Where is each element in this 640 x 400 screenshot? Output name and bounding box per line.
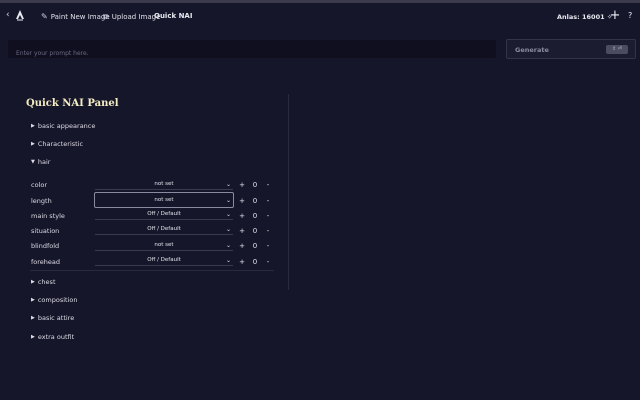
increment-button[interactable]: + — [238, 197, 246, 205]
collapsed-triangle-icon: ▶ — [31, 297, 35, 303]
select-value: not set — [154, 181, 174, 187]
nav-left: ‹ — [6, 9, 26, 21]
upload-icon: ⧉ — [103, 12, 109, 21]
increment-button[interactable]: + — [238, 181, 246, 189]
top-bar: ‹ ✎ Paint New Image ⧉ Upload Image Quick… — [0, 3, 640, 31]
prompt-box — [8, 40, 496, 63]
chevron-down-icon: ⌄ — [225, 257, 231, 264]
count-value: 0 — [252, 181, 258, 189]
count-value: 0 — [252, 242, 258, 250]
collapsed-triangle-icon: ▶ — [31, 279, 35, 285]
select-value: Off / Default — [147, 257, 181, 263]
section-extra-outfit[interactable]: ▶ extra outfit — [31, 333, 74, 341]
section-label: extra outfit — [37, 333, 75, 341]
prompt-input[interactable] — [8, 44, 496, 63]
section-label: chest — [37, 278, 56, 286]
row-label-main-style: main style — [31, 212, 65, 220]
upload-image-button[interactable]: ⧉ Upload Image — [103, 12, 160, 22]
row-label-blindfold: blindfold — [31, 242, 60, 250]
row-label-color: color — [31, 181, 48, 189]
chevron-down-icon: ⌄ — [225, 197, 231, 204]
forehead-select[interactable]: Off / Default ⌄ — [95, 255, 233, 266]
decrement-button[interactable]: - — [264, 227, 272, 235]
panel-divider — [288, 94, 289, 290]
generate-button[interactable]: Generate ⇧ ⏎ — [506, 39, 636, 59]
generate-label: Generate — [515, 46, 549, 54]
collapsed-triangle-icon: ▶ — [31, 315, 35, 321]
paint-new-image-label: Paint New Image — [50, 12, 110, 21]
section-composition[interactable]: ▶ composition — [31, 296, 78, 304]
shortcut-badge: ⇧ ⏎ — [606, 45, 628, 54]
panel-title: Quick NAI Panel — [26, 98, 119, 109]
decrement-button[interactable]: - — [264, 212, 272, 220]
chevron-down-icon: ⌄ — [225, 226, 231, 233]
decrement-button[interactable]: - — [264, 258, 272, 266]
expanded-triangle-icon: ▼ — [31, 159, 35, 165]
chevron-down-icon: ⌄ — [225, 242, 231, 249]
row-label-forehead: forehead — [31, 258, 61, 266]
anlas-balance[interactable]: Anlas: 16001 ✧ — [557, 13, 612, 21]
increment-button[interactable]: + — [238, 212, 246, 220]
row-label-length: length — [31, 197, 52, 205]
section-label: hair — [37, 158, 51, 166]
section-chest[interactable]: ▶ chest — [31, 278, 56, 286]
section-label: basic appearance — [37, 122, 96, 130]
select-value: Off / Default — [147, 226, 181, 232]
main-style-select[interactable]: Off / Default ⌄ — [95, 209, 233, 220]
decrement-button[interactable]: - — [264, 181, 272, 189]
section-label: Characteristic — [37, 140, 84, 148]
rows-divider — [30, 270, 274, 271]
collapsed-triangle-icon: ▶ — [31, 123, 35, 129]
blindfold-select[interactable]: not set ⌄ — [95, 240, 233, 251]
help-icon[interactable]: ? — [628, 11, 632, 20]
increment-button[interactable]: + — [238, 242, 246, 250]
add-icon[interactable]: + — [608, 9, 622, 23]
chevron-down-icon: ⌄ — [225, 181, 231, 188]
chevron-down-icon: ⌄ — [225, 211, 231, 218]
situation-select[interactable]: Off / Default ⌄ — [95, 224, 233, 235]
collapsed-triangle-icon: ▶ — [31, 141, 35, 147]
increment-button[interactable]: + — [238, 227, 246, 235]
decrement-button[interactable]: - — [264, 242, 272, 250]
count-value: 0 — [252, 227, 258, 235]
logo-icon[interactable] — [14, 9, 26, 21]
section-label: basic attire — [37, 314, 75, 322]
app-title: Quick NAI — [154, 12, 193, 20]
section-label: composition — [37, 296, 78, 304]
count-value: 0 — [252, 197, 258, 205]
length-select[interactable]: not set ⌄ — [94, 192, 234, 208]
count-value: 0 — [252, 258, 258, 266]
select-value: Off / Default — [147, 211, 181, 217]
paint-new-image-button[interactable]: ✎ Paint New Image — [41, 12, 110, 21]
decrement-button[interactable]: - — [264, 197, 272, 205]
count-value: 0 — [252, 212, 258, 220]
section-characteristic[interactable]: ▶ Characteristic — [31, 140, 83, 148]
color-select[interactable]: not set ⌄ — [95, 179, 233, 190]
increment-button[interactable]: + — [238, 258, 246, 266]
back-icon[interactable]: ‹ — [6, 10, 10, 20]
select-value: not set — [154, 197, 174, 203]
collapsed-triangle-icon: ▶ — [31, 334, 35, 340]
section-hair[interactable]: ▼ hair — [31, 158, 50, 166]
section-basic-appearance[interactable]: ▶ basic appearance — [31, 122, 95, 130]
brush-icon: ✎ — [41, 12, 48, 21]
section-basic-attire[interactable]: ▶ basic attire — [31, 314, 74, 322]
row-label-situation: situation — [31, 227, 60, 235]
select-value: not set — [154, 242, 174, 248]
